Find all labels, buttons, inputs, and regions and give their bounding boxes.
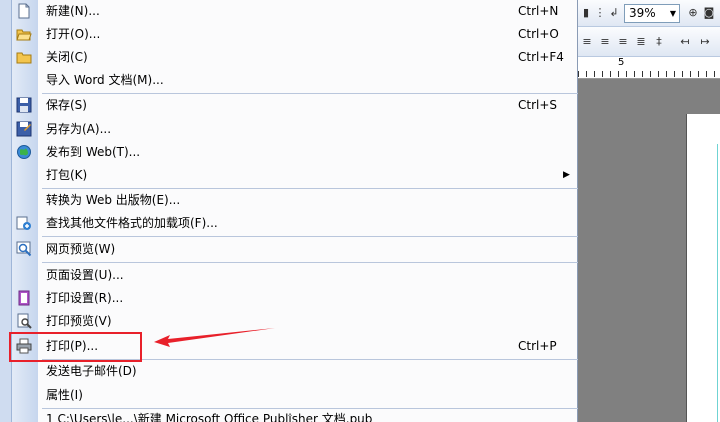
save-icon — [16, 97, 32, 113]
horizontal-ruler[interactable]: 5 — [578, 57, 720, 79]
menu-item-close[interactable]: 关闭(C) Ctrl+F4 — [12, 46, 578, 69]
help-icon[interactable]: ◙ — [702, 5, 716, 21]
annotation-arrow — [154, 328, 275, 347]
zoom-in-icon[interactable]: ⊕ — [686, 5, 700, 21]
menu-separator — [42, 236, 578, 237]
menu-item-print-setup[interactable]: 打印设置(R)... — [12, 287, 578, 310]
menu-item-label: 打印设置(R)... — [46, 291, 124, 305]
globe-icon — [17, 145, 31, 159]
outdent-icon[interactable]: ↦ — [698, 34, 712, 50]
menu-item-send-email[interactable]: 发送电子邮件(D) — [12, 360, 578, 383]
print-highlight-box — [9, 332, 142, 362]
menu-item-label: 打印预览(V) — [46, 314, 112, 328]
menu-item-import-word[interactable]: 导入 Word 文档(M)... — [12, 69, 578, 92]
menu-item-label: 页面设置(U)... — [46, 268, 124, 282]
menu-item-label: 属性(I) — [46, 388, 83, 402]
menu-item-label: 保存(S) — [46, 98, 87, 112]
print-setup-icon — [18, 290, 30, 306]
menu-item-shortcut: Ctrl+S — [518, 98, 558, 112]
menu-item-shortcut: Ctrl+O — [518, 27, 559, 41]
menu-item-convert-web[interactable]: 转换为 Web 出版物(E)... — [12, 189, 578, 212]
menu-item-shortcut: Ctrl+F4 — [518, 50, 564, 64]
save-as-icon — [16, 121, 32, 137]
menu-item-label: 另存为(A)... — [46, 122, 112, 136]
pointer-icon[interactable]: ⋮ — [594, 5, 606, 21]
align-icon[interactable]: ▮ — [580, 5, 592, 21]
hand-icon[interactable]: ↲ — [608, 5, 620, 21]
indent-icon[interactable]: ↤ — [678, 34, 692, 50]
justify-icon[interactable]: ≣ — [634, 34, 648, 50]
menu-item-save[interactable]: 保存(S) Ctrl+S — [12, 94, 578, 117]
menu-item-label: 查找其他文件格式的加载项(F)... — [46, 216, 218, 230]
menu-item-find-addins[interactable]: 查找其他文件格式的加载项(F)... — [12, 212, 578, 235]
menu-item-label: 打包(K) — [46, 168, 88, 182]
menu-item-pack[interactable]: 打包(K) ▶ — [12, 164, 578, 187]
menu-separator — [42, 262, 578, 263]
paragraph-toolbar: ≡ ≡ ≡ ≣ ‡ ↤ ↦ — [578, 27, 720, 57]
open-folder-icon — [16, 29, 32, 41]
menu-item-label: 导入 Word 文档(M)... — [46, 73, 164, 87]
menu-item-label: 1 C:\Users\le...\新建 Microsoft Office Pub… — [46, 412, 373, 422]
submenu-arrow-icon: ▶ — [563, 170, 570, 180]
menu-item-label: 关闭(C) — [46, 50, 88, 64]
menu-item-shortcut: Ctrl+N — [518, 4, 559, 18]
menu-item-shortcut: Ctrl+P — [518, 339, 557, 353]
align-center-icon[interactable]: ≡ — [598, 34, 612, 50]
new-document-icon — [18, 3, 30, 19]
menu-item-label: 网页预览(W) — [46, 242, 116, 256]
align-right-icon[interactable]: ≡ — [616, 34, 630, 50]
menu-item-print-preview[interactable]: 打印预览(V) — [12, 310, 578, 333]
menu-item-save-as[interactable]: 另存为(A)... — [12, 118, 578, 141]
line-spacing-icon[interactable]: ‡ — [652, 34, 666, 50]
ruler-number: 5 — [618, 57, 625, 68]
menu-item-label: 发送电子邮件(D) — [46, 364, 137, 378]
zoom-select[interactable]: 39% ▼ — [624, 4, 680, 23]
ruler-ticks — [578, 57, 720, 78]
close-folder-icon — [16, 52, 32, 64]
menu-item-publish-web[interactable]: 发布到 Web(T)... — [12, 141, 578, 164]
menu-item-web-preview[interactable]: 网页预览(W) — [12, 238, 578, 261]
publication-page[interactable] — [686, 114, 720, 422]
menu-item-properties[interactable]: 属性(I) — [12, 384, 578, 407]
web-preview-icon — [16, 241, 32, 257]
menu-item-page-setup[interactable]: 页面设置(U)... — [12, 264, 578, 287]
menu-item-label: 打开(O)... — [46, 27, 101, 41]
find-addins-icon — [16, 216, 31, 230]
print-preview-icon — [17, 313, 32, 329]
align-left-icon[interactable]: ≡ — [580, 34, 594, 50]
menu-item-label: 转换为 Web 出版物(E)... — [46, 193, 181, 207]
margin-guide — [717, 144, 718, 422]
menu-item-label: 发布到 Web(T)... — [46, 145, 141, 159]
formatting-toolbar: ▮ ⋮ ↲ 39% ▼ ⊕ ◙ — [578, 0, 720, 27]
menu-item-new[interactable]: 新建(N)... Ctrl+N — [12, 0, 578, 23]
publisher-workspace: ▮ ⋮ ↲ 39% ▼ ⊕ ◙ ≡ ≡ ≡ ≣ ‡ ↤ ↦ 5 — [578, 0, 720, 422]
chevron-down-icon[interactable]: ▼ — [667, 5, 679, 22]
chevron-down-icon[interactable]: ⌄ — [282, 410, 298, 422]
menu-item-label: 新建(N)... — [46, 4, 100, 18]
zoom-value: 39% — [629, 6, 656, 20]
menu-item-open[interactable]: 打开(O)... Ctrl+O — [12, 23, 578, 46]
